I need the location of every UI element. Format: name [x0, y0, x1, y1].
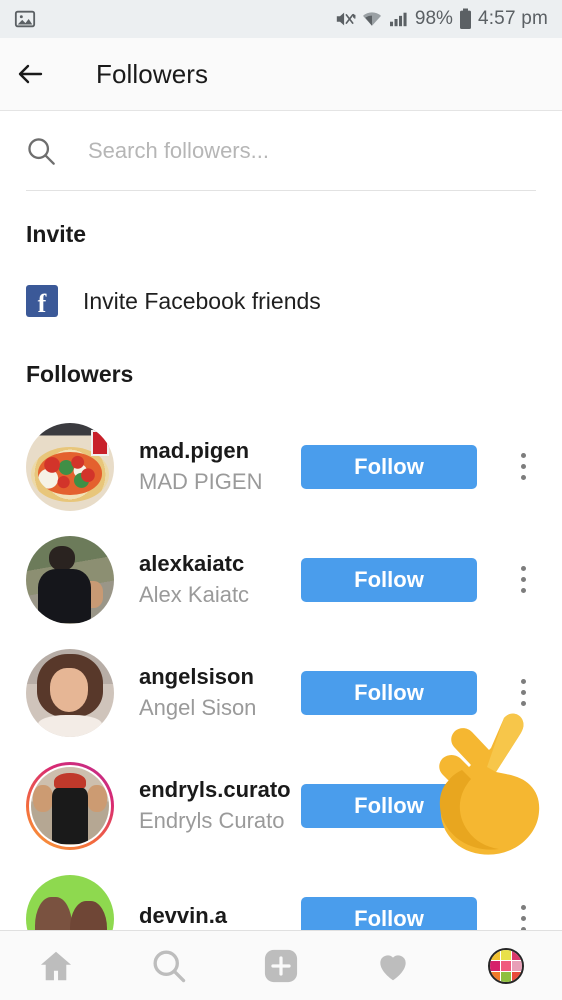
- invite-facebook-label: Invite Facebook friends: [83, 287, 321, 314]
- home-icon: [41, 951, 72, 980]
- username-label: angelsison: [139, 664, 254, 689]
- search-divider: [26, 190, 536, 191]
- nav-search-button[interactable]: [133, 931, 205, 1000]
- bottom-navigation-bar: [0, 930, 562, 1000]
- nav-profile-button[interactable]: [470, 931, 542, 1000]
- overflow-menu-icon[interactable]: [506, 437, 540, 497]
- nav-home-button[interactable]: [20, 931, 92, 1000]
- username-label: devvin.a: [139, 903, 228, 928]
- table-row[interactable]: endryls.curato Endryls Curato Follow: [0, 749, 562, 862]
- add-plus-icon: [264, 949, 298, 982]
- back-arrow-icon: [18, 64, 43, 84]
- follower-names: endryls.curato Endryls Curato: [139, 777, 291, 834]
- battery-icon: [459, 8, 471, 29]
- overflow-menu-icon[interactable]: [506, 550, 540, 610]
- facebook-icon: f: [26, 285, 58, 317]
- avatar-image-man: [26, 535, 114, 624]
- follower-names: angelsison Angel Sison: [139, 664, 291, 721]
- status-time-label: 4:57 pm: [477, 8, 548, 29]
- avatar-image-two-people: [26, 874, 114, 930]
- profile-avatar-icon: [487, 947, 524, 984]
- follower-names: devvin.a: [139, 903, 291, 930]
- overflow-menu-icon[interactable]: [506, 776, 540, 836]
- invite-facebook-friends-row[interactable]: f Invite Facebook friends: [0, 279, 562, 323]
- search-icon: [153, 949, 185, 982]
- scroll-content[interactable]: Invite f Invite Facebook friends Followe…: [0, 112, 562, 930]
- follow-button[interactable]: Follow: [301, 896, 477, 930]
- table-row[interactable]: devvin.a Follow: [0, 862, 562, 930]
- fullname-label: Endryls Curato: [139, 808, 285, 833]
- follow-button[interactable]: Follow: [301, 783, 477, 828]
- fullname-label: Alex Kaiatc: [139, 582, 250, 607]
- avatar[interactable]: [26, 535, 114, 624]
- nav-activity-button[interactable]: [357, 931, 429, 1000]
- avatar-image-woman: [26, 648, 114, 737]
- mute-vibrate-icon: [336, 12, 356, 26]
- username-label: endryls.curato: [139, 777, 291, 802]
- phone-screen: 98% 4:57 pm Followers Invite: [0, 0, 562, 1000]
- app-bar: Followers: [0, 38, 562, 111]
- facebook-icon-letter: f: [37, 289, 47, 318]
- overflow-menu-icon[interactable]: [506, 663, 540, 723]
- table-row[interactable]: alexkaiatc Alex Kaiatc Follow: [0, 523, 562, 636]
- avatar-image-gym: [31, 766, 109, 845]
- followers-list: mad.pigen MAD PIGEN Follow alexkaiatc Al…: [0, 410, 562, 930]
- avatar-with-story-ring[interactable]: [26, 761, 114, 850]
- avatar[interactable]: [26, 422, 114, 511]
- search-input[interactable]: [86, 137, 490, 165]
- table-row[interactable]: angelsison Angel Sison Follow: [0, 636, 562, 749]
- username-label: alexkaiatc: [139, 551, 245, 576]
- heart-icon: [380, 954, 407, 980]
- image-icon: [14, 10, 36, 28]
- nav-add-button[interactable]: [245, 931, 317, 1000]
- status-bar-left: [14, 8, 36, 30]
- status-bar-right: 98% 4:57 pm: [334, 8, 548, 30]
- search-row[interactable]: [0, 112, 562, 190]
- cellular-signal-icon: [389, 12, 407, 27]
- back-button[interactable]: [0, 38, 60, 111]
- status-bar: 98% 4:57 pm: [0, 0, 562, 38]
- battery-percent-label: 98%: [414, 8, 453, 29]
- invite-section-title: Invite: [26, 221, 87, 247]
- followers-section-title: Followers: [26, 361, 134, 387]
- fullname-label: Angel Sison: [139, 695, 257, 720]
- wifi-icon: [362, 12, 381, 26]
- fullname-label: MAD PIGEN: [139, 469, 263, 494]
- search-icon: [28, 138, 55, 165]
- username-label: mad.pigen: [139, 438, 250, 463]
- table-row[interactable]: mad.pigen MAD PIGEN Follow: [0, 410, 562, 523]
- follower-names: mad.pigen MAD PIGEN: [139, 438, 291, 495]
- page-title: Followers: [96, 58, 209, 89]
- follow-button[interactable]: Follow: [301, 557, 477, 602]
- avatar[interactable]: [26, 648, 114, 737]
- avatar-image-pizza: [26, 422, 114, 511]
- avatar[interactable]: [26, 874, 114, 930]
- overflow-menu-icon[interactable]: [506, 889, 540, 930]
- follow-button[interactable]: Follow: [301, 670, 477, 715]
- follower-names: alexkaiatc Alex Kaiatc: [139, 551, 291, 608]
- story-ring-gap: [29, 764, 111, 847]
- follow-button[interactable]: Follow: [301, 444, 477, 489]
